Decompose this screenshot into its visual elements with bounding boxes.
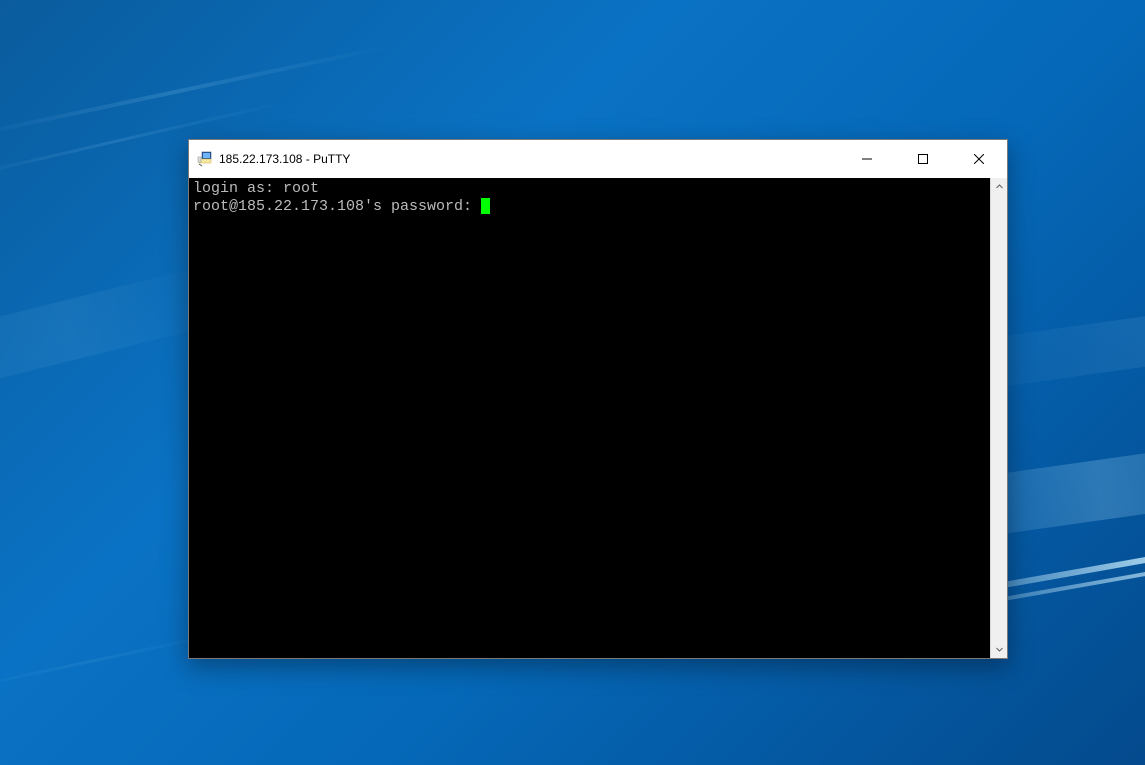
scroll-down-button[interactable] — [991, 641, 1007, 658]
login-prompt: login as: — [193, 180, 283, 197]
titlebar[interactable]: 185.22.173.108 - PuTTY — [189, 140, 1007, 178]
terminal-area: login as: rootroot@185.22.173.108's pass… — [189, 178, 1007, 658]
maximize-button[interactable] — [895, 140, 951, 178]
login-input: root — [283, 180, 319, 197]
terminal-line: root@185.22.173.108's password: — [193, 198, 986, 216]
close-button[interactable] — [951, 140, 1007, 178]
vertical-scrollbar[interactable] — [990, 178, 1007, 658]
window-title: 185.22.173.108 - PuTTY — [219, 152, 839, 166]
terminal[interactable]: login as: rootroot@185.22.173.108's pass… — [189, 178, 990, 658]
minimize-button[interactable] — [839, 140, 895, 178]
titlebar-buttons — [839, 140, 1007, 178]
wallpaper-streak — [0, 43, 395, 140]
terminal-line: login as: root — [193, 180, 986, 198]
password-prompt: root@185.22.173.108's password: — [193, 198, 481, 215]
scroll-track[interactable] — [991, 195, 1007, 641]
terminal-cursor — [481, 198, 490, 214]
putty-window: 185.22.173.108 - PuTTY login as: rootroo… — [188, 139, 1008, 659]
putty-icon — [197, 151, 213, 167]
scroll-up-button[interactable] — [991, 178, 1007, 195]
